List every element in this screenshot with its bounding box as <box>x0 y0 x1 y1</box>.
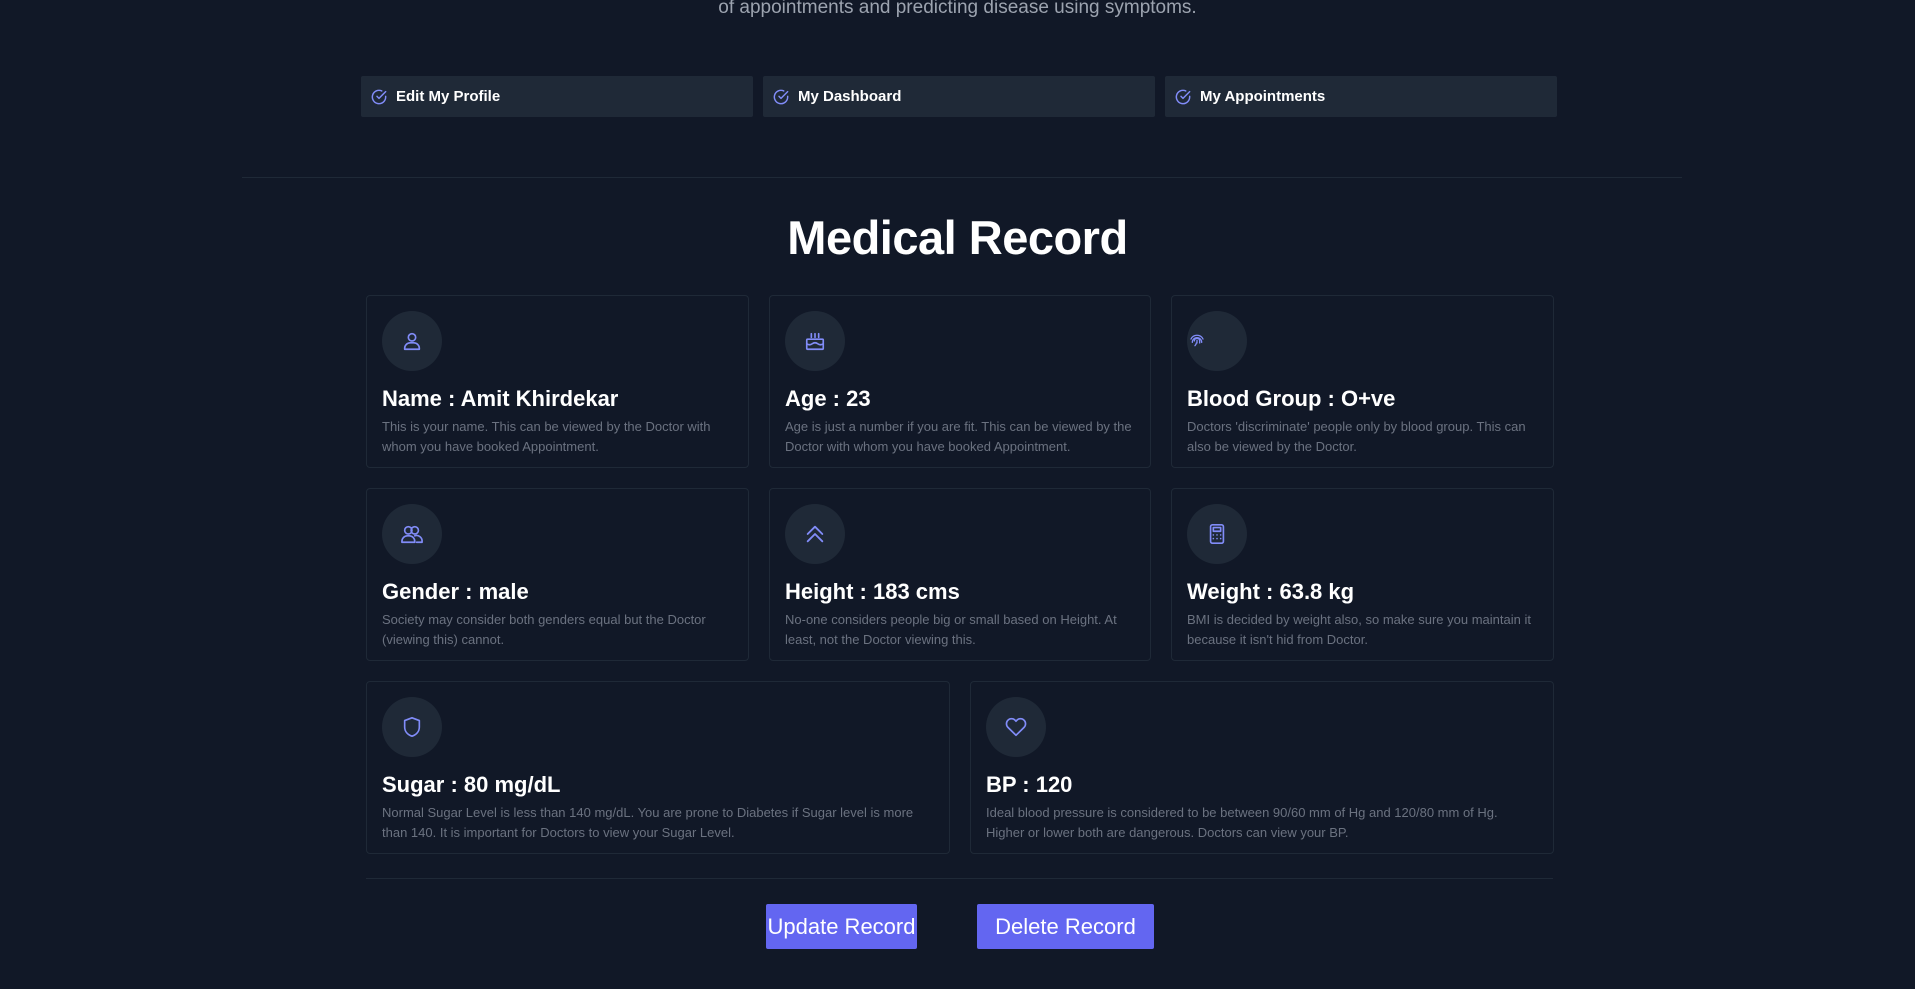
weight-icon-circle <box>1187 504 1247 564</box>
bp-description: Ideal blood pressure is considered to be… <box>986 805 1498 840</box>
bp-value: BP : 120 <box>986 772 1073 797</box>
calculator-icon <box>1209 524 1225 544</box>
appointments-link[interactable]: My Appointments <box>1165 76 1557 117</box>
appointments-label: My Appointments <box>1200 88 1326 105</box>
name-icon-circle <box>382 311 442 371</box>
check-circle-icon <box>371 89 387 105</box>
blood-group-value: Blood Group : O+ve <box>1187 386 1396 411</box>
sugar-card: Sugar : 80 mg/dL Normal Sugar Level is l… <box>366 681 950 854</box>
name-description: This is your name. This can be viewed by… <box>382 419 711 454</box>
age-description: Age is just a number if you are fit. Thi… <box>785 419 1132 454</box>
gender-description: Society may consider both genders equal … <box>382 612 706 647</box>
medical-record-page: of appointments and predicting disease u… <box>0 0 1915 989</box>
weight-value: Weight : 63.8 kg <box>1187 579 1355 604</box>
blood-group-description: Doctors 'discriminate' people only by bl… <box>1187 419 1526 454</box>
gender-card: Gender : male Society may consider both … <box>366 488 749 661</box>
age-value: Age : 23 <box>785 386 871 411</box>
blood-group-card: Blood Group : O+ve Doctors 'discriminate… <box>1171 295 1554 468</box>
weight-description: BMI is decided by weight also, so make s… <box>1187 612 1531 647</box>
height-card: Height : 183 cms No-one considers people… <box>769 488 1151 661</box>
update-record-button[interactable]: Update Record <box>766 904 917 949</box>
weight-card: Weight : 63.8 kg BMI is decided by weigh… <box>1171 488 1554 661</box>
sugar-description: Normal Sugar Level is less than 140 mg/d… <box>382 805 914 840</box>
user-icon <box>403 332 421 351</box>
check-circle-icon <box>773 89 789 105</box>
users-icon <box>401 525 423 544</box>
intro-text: of appointments and predicting disease u… <box>718 0 1197 18</box>
sugar-icon-circle <box>382 697 442 757</box>
check-circle-icon <box>1175 89 1191 105</box>
height-value: Height : 183 cms <box>785 579 960 604</box>
fingerprint-icon <box>1190 334 1204 347</box>
edit-profile-label: Edit My Profile <box>396 88 501 105</box>
height-icon-circle <box>785 504 845 564</box>
age-card: Age : 23 Age is just a number if you are… <box>769 295 1151 468</box>
blood-group-icon-circle <box>1187 311 1247 371</box>
height-description: No-one considers people big or small bas… <box>785 612 1117 647</box>
cake-icon <box>805 332 825 351</box>
gender-value: Gender : male <box>382 579 529 604</box>
name-card: Name : Amit Khirdekar This is your name.… <box>366 295 749 468</box>
heart-icon <box>1005 717 1027 737</box>
age-icon-circle <box>785 311 845 371</box>
gender-icon-circle <box>382 504 442 564</box>
edit-profile-link[interactable]: Edit My Profile <box>361 76 753 117</box>
dashboard-label: My Dashboard <box>798 88 902 105</box>
delete-record-button[interactable]: Delete Record <box>977 904 1154 949</box>
page-title: Medical Record <box>787 211 1128 264</box>
footer-divider <box>366 878 1553 879</box>
section-divider <box>242 177 1682 178</box>
sugar-value: Sugar : 80 mg/dL <box>382 772 561 797</box>
shield-icon <box>403 717 421 737</box>
name-value: Name : Amit Khirdekar <box>382 386 619 411</box>
quick-links: Edit My Profile My Dashboard My Appointm… <box>361 76 1557 117</box>
bp-icon-circle <box>986 697 1046 757</box>
chevron-double-up-icon <box>806 525 824 543</box>
bp-card: BP : 120 Ideal blood pressure is conside… <box>970 681 1554 854</box>
dashboard-link[interactable]: My Dashboard <box>763 76 1155 117</box>
